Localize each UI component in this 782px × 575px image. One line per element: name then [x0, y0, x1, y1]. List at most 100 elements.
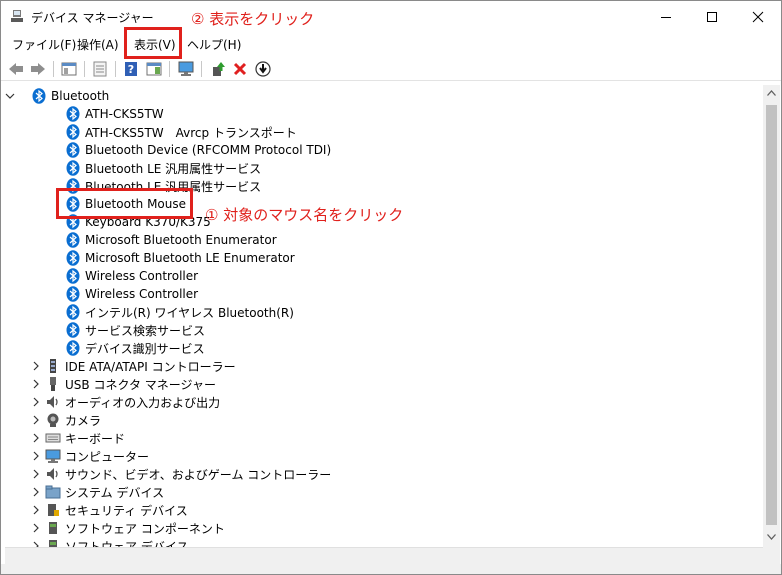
toolbar-separator — [53, 61, 54, 77]
horizontal-scrollbar[interactable] — [5, 547, 763, 564]
toolbar: ? — [1, 56, 781, 81]
bluetooth-device-item[interactable]: Wireless Controller — [65, 267, 198, 285]
chevron-right-icon[interactable] — [31, 433, 41, 443]
chevron-right-icon[interactable] — [31, 505, 41, 515]
tree-category-item[interactable]: サウンド、ビデオ、およびゲーム コントローラー — [33, 465, 332, 483]
chevron-down-icon[interactable] — [5, 91, 15, 101]
bluetooth-device-item[interactable]: ATH-CKS5TW Avrcp トランスポート — [65, 123, 297, 141]
bluetooth-icon — [65, 250, 81, 266]
device-label: Bluetooth Device (RFCOMM Protocol TDI) — [85, 143, 332, 157]
bluetooth-device-item[interactable]: サービス検索サービス — [65, 321, 205, 339]
device-label: Microsoft Bluetooth LE Enumerator — [85, 251, 295, 265]
bluetooth-icon — [65, 340, 81, 356]
annotation-box-bluetooth-mouse — [56, 188, 193, 219]
annotation-step2: ② 表示をクリック — [191, 10, 315, 28]
window-title: デバイス マネージャー — [31, 11, 154, 25]
update-driver-icon — [213, 62, 225, 76]
device-label: デバイス識別サービス — [85, 341, 205, 356]
category-label: サウンド、ビデオ、およびゲーム コントローラー — [65, 467, 332, 482]
menu-help[interactable]: ヘルプ(H) — [187, 36, 241, 53]
bluetooth-icon — [65, 322, 81, 338]
maximize-button[interactable] — [689, 1, 735, 32]
chevron-right-icon[interactable] — [31, 379, 41, 389]
bluetooth-device-item[interactable]: Bluetooth Device (RFCOMM Protocol TDI) — [65, 141, 331, 159]
chevron-right-icon[interactable] — [31, 469, 41, 479]
vertical-scrollbar[interactable] — [763, 85, 780, 547]
tree-category-item[interactable]: USB コネクタ マネージャー — [33, 375, 216, 393]
tree-category-item[interactable]: IDE ATA/ATAPI コントローラー — [33, 357, 236, 375]
bluetooth-icon — [65, 106, 81, 122]
bluetooth-icon — [65, 268, 81, 284]
console-tree-button[interactable] — [60, 60, 78, 78]
toolbar-separator — [84, 61, 85, 77]
uninstall-device-button[interactable] — [231, 60, 249, 78]
console-tree-icon — [61, 62, 77, 76]
forward-button[interactable] — [29, 60, 47, 78]
category-label: ソフトウェア デバイス — [65, 539, 189, 548]
tree-category-item[interactable]: システム デバイス — [33, 483, 164, 501]
forward-arrow-icon — [31, 63, 45, 75]
chevron-right-icon[interactable] — [31, 397, 41, 407]
minimize-button[interactable] — [643, 1, 689, 32]
minimize-icon — [661, 16, 671, 18]
device-label: インテル(R) ワイヤレス Bluetooth(R) — [85, 305, 294, 320]
back-button[interactable] — [7, 60, 25, 78]
bluetooth-device-item[interactable]: インテル(R) ワイヤレス Bluetooth(R) — [65, 303, 294, 321]
menu-file[interactable]: ファイル(F) — [12, 36, 76, 53]
device-label: Wireless Controller — [85, 269, 199, 283]
close-button[interactable] — [735, 1, 781, 32]
bluetooth-device-item[interactable]: Wireless Controller — [65, 285, 198, 303]
back-arrow-icon — [9, 63, 23, 75]
tree-category-item[interactable]: セキュリティ デバイス — [33, 501, 188, 519]
device-label: Microsoft Bluetooth Enumerator — [85, 233, 277, 247]
scroll-up-icon[interactable] — [767, 90, 776, 96]
folder-icon — [45, 484, 61, 500]
monitor-icon — [45, 448, 61, 464]
device-label: ATH-CKS5TW Avrcp トランスポート — [85, 125, 297, 140]
menu-bar: ファイル(F) 操作(A) 表示(V) ヘルプ(H) — [1, 32, 781, 54]
tree-category-item[interactable]: ソフトウェア コンポーネント — [33, 519, 225, 537]
bluetooth-device-item[interactable]: Microsoft Bluetooth Enumerator — [65, 231, 277, 249]
help-button[interactable]: ? — [122, 60, 140, 78]
bluetooth-device-item[interactable]: Microsoft Bluetooth LE Enumerator — [65, 249, 295, 267]
menu-action[interactable]: 操作(A) — [77, 36, 119, 53]
tree-category-item[interactable]: コンピューター — [33, 447, 149, 465]
bluetooth-icon — [31, 88, 47, 104]
update-driver-button[interactable] — [209, 60, 227, 78]
bluetooth-device-item[interactable]: デバイス識別サービス — [65, 339, 205, 357]
action-pane-button[interactable] — [145, 60, 163, 78]
category-label: ソフトウェア コンポーネント — [65, 521, 225, 536]
tree-category-bluetooth[interactable]: Bluetooth — [5, 87, 110, 105]
tree-category-item[interactable]: ソフトウェア デバイス — [33, 537, 189, 548]
chevron-right-icon[interactable] — [31, 487, 41, 497]
tree-category-item[interactable]: カメラ — [33, 411, 101, 429]
bluetooth-icon — [65, 124, 81, 140]
bluetooth-device-item[interactable]: ATH-CKS5TW — [65, 105, 164, 123]
chevron-right-icon[interactable] — [31, 415, 41, 425]
tree-label: Bluetooth — [51, 89, 110, 103]
annotation-step1: ① 対象のマウス名をクリック — [205, 206, 404, 224]
scan-hardware-button[interactable] — [177, 60, 195, 78]
tree-category-item[interactable]: オーディオの入力および出力 — [33, 393, 220, 411]
speaker-icon — [45, 394, 61, 410]
device-tree: Bluetooth ATH-CKS5TW ATH-CKS5TW Avrcp トラン… — [5, 85, 763, 547]
component-icon — [45, 520, 61, 536]
speaker-icon — [45, 466, 61, 482]
bluetooth-device-item[interactable]: Bluetooth LE 汎用属性サービス — [65, 159, 261, 177]
download-circle-icon — [255, 61, 271, 77]
category-label: USB コネクタ マネージャー — [65, 377, 216, 392]
maximize-icon — [707, 11, 717, 22]
scroll-down-icon[interactable] — [767, 534, 776, 540]
toolbar-separator — [115, 61, 116, 77]
properties-button[interactable] — [91, 60, 109, 78]
chevron-right-icon[interactable] — [31, 523, 41, 533]
bluetooth-icon — [65, 286, 81, 302]
vertical-scroll-thumb[interactable] — [766, 105, 777, 525]
category-label: IDE ATA/ATAPI コントローラー — [65, 359, 236, 374]
usb-icon — [45, 376, 61, 392]
chevron-right-icon[interactable] — [31, 361, 41, 371]
disable-device-button[interactable] — [254, 60, 272, 78]
chevron-right-icon[interactable] — [31, 451, 41, 461]
tree-category-item[interactable]: キーボード — [33, 429, 125, 447]
device-manager-window: デバイス マネージャー ② 表示をクリック ファイル(F) 操作(A) 表示(V… — [0, 0, 782, 575]
